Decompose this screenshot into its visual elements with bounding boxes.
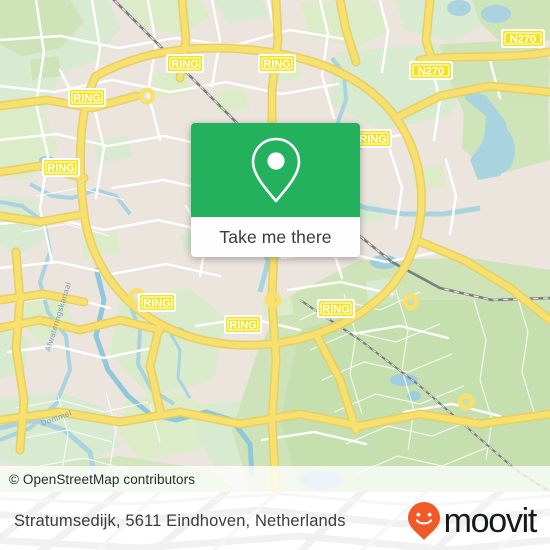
svg-text:RING: RING bbox=[359, 134, 387, 146]
shield-ring-6: RING bbox=[138, 293, 176, 312]
svg-text:RING: RING bbox=[143, 298, 171, 310]
shield-ring-4: RING bbox=[42, 158, 80, 177]
svg-text:RING: RING bbox=[263, 59, 291, 71]
location-callout[interactable]: Take me there bbox=[191, 123, 360, 257]
shield-ring-1: RING bbox=[166, 54, 204, 73]
svg-text:RING: RING bbox=[229, 320, 257, 332]
svg-text:N270: N270 bbox=[510, 34, 536, 46]
svg-text:RING: RING bbox=[73, 93, 101, 105]
moovit-map-share-card: Afwateringskanaal Dommel RING RING RING … bbox=[0, 0, 550, 550]
address-label: Stratumsedijk, 5611 Eindhoven, Netherlan… bbox=[14, 511, 346, 530]
shield-n270-2: N270 bbox=[501, 29, 545, 48]
shield-ring-7: RING bbox=[224, 315, 262, 334]
shield-ring-2: RING bbox=[258, 54, 296, 73]
svg-text:RING: RING bbox=[47, 163, 75, 175]
osm-attribution-bar: © OpenStreetMap contributors bbox=[0, 466, 550, 492]
svg-text:N270: N270 bbox=[418, 66, 444, 78]
shield-ring-8: RING bbox=[317, 299, 355, 318]
callout-pin-panel bbox=[191, 123, 360, 217]
svg-text:RING: RING bbox=[171, 59, 199, 71]
shield-ring-3: RING bbox=[68, 88, 106, 107]
moovit-pin-smile-icon bbox=[407, 502, 440, 540]
take-me-there-button[interactable]: Take me there bbox=[191, 217, 360, 257]
shield-n270-1: N270 bbox=[409, 61, 453, 80]
map-pin-icon bbox=[251, 137, 300, 203]
moovit-logo[interactable]: moovit bbox=[407, 501, 538, 541]
footer-bar: Stratumsedijk, 5611 Eindhoven, Netherlan… bbox=[0, 492, 550, 550]
osm-attribution-text[interactable]: © OpenStreetMap contributors bbox=[0, 472, 195, 487]
take-me-there-label: Take me there bbox=[219, 226, 332, 247]
svg-text:RING: RING bbox=[322, 304, 350, 316]
moovit-wordmark: moovit bbox=[443, 502, 538, 540]
